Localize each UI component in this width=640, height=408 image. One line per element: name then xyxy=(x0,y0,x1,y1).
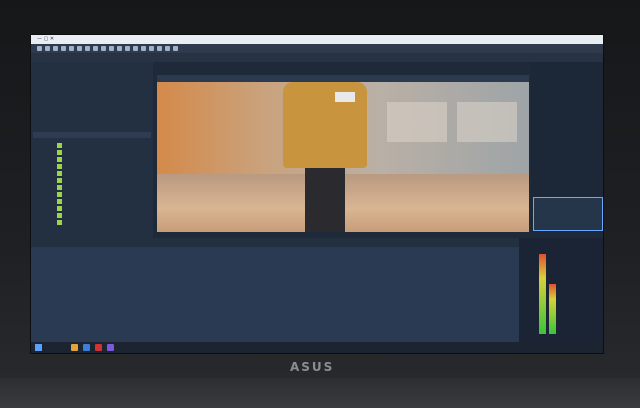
list-item[interactable] xyxy=(57,170,151,177)
tool-icon[interactable] xyxy=(157,46,162,51)
file-icon xyxy=(57,143,62,148)
timeline-row[interactable] xyxy=(31,260,519,266)
file-icon xyxy=(57,213,62,218)
file-icon xyxy=(57,192,62,197)
meter-bar-right xyxy=(549,284,556,334)
file-icon xyxy=(57,199,62,204)
list-item[interactable] xyxy=(57,198,151,205)
timeline-row[interactable] xyxy=(31,276,519,282)
file-icon xyxy=(57,171,62,176)
video-preview[interactable] xyxy=(157,82,529,232)
taskbar-app-icon[interactable] xyxy=(107,344,114,351)
taskbar-app-icon[interactable] xyxy=(95,344,102,351)
mini-preview[interactable] xyxy=(533,197,603,231)
timeline-row[interactable] xyxy=(31,292,519,298)
project-panel xyxy=(31,62,153,250)
file-icon xyxy=(57,178,62,183)
tool-icon[interactable] xyxy=(125,46,130,51)
start-icon[interactable] xyxy=(35,344,42,351)
tool-icon[interactable] xyxy=(165,46,170,51)
keyboard-deck xyxy=(0,378,640,408)
list-item[interactable] xyxy=(57,149,151,156)
tool-icon[interactable] xyxy=(45,46,50,51)
window-panel xyxy=(457,102,517,142)
meter-bar-left xyxy=(539,254,546,334)
taskbar-app-icon[interactable] xyxy=(83,344,90,351)
window-panel xyxy=(387,102,447,142)
tool-icon[interactable] xyxy=(61,46,66,51)
file-list xyxy=(57,142,151,226)
file-icon xyxy=(57,164,62,169)
tool-icon[interactable] xyxy=(141,46,146,51)
timeline-tabs xyxy=(31,238,519,247)
list-item[interactable] xyxy=(57,205,151,212)
tool-icon[interactable] xyxy=(117,46,122,51)
list-item[interactable] xyxy=(57,177,151,184)
file-icon xyxy=(57,220,62,225)
window-controls[interactable]: — ▢ ✕ xyxy=(37,36,599,42)
timeline-row[interactable] xyxy=(31,252,519,258)
file-icon xyxy=(57,150,62,155)
taskbar-app-icon[interactable] xyxy=(71,344,78,351)
tool-icon[interactable] xyxy=(93,46,98,51)
tool-icon[interactable] xyxy=(133,46,138,51)
file-icon xyxy=(57,206,62,211)
laptop-screen: — ▢ ✕ xyxy=(30,34,604,354)
list-item[interactable] xyxy=(57,219,151,226)
list-item[interactable] xyxy=(57,184,151,191)
taskbar xyxy=(31,342,603,353)
toolbar xyxy=(31,44,603,53)
file-icon xyxy=(57,185,62,190)
timeline-row[interactable] xyxy=(31,284,519,290)
file-icon xyxy=(57,157,62,162)
tool-icon[interactable] xyxy=(77,46,82,51)
tool-icon[interactable] xyxy=(85,46,90,51)
tool-icon[interactable] xyxy=(69,46,74,51)
phone xyxy=(335,92,355,102)
timeline-panel xyxy=(31,238,519,342)
list-item[interactable] xyxy=(57,156,151,163)
preview-header xyxy=(157,75,529,82)
tool-icon[interactable] xyxy=(173,46,178,51)
brand-logo: ASUS xyxy=(290,360,335,374)
properties-panel xyxy=(531,62,603,232)
list-item[interactable] xyxy=(57,191,151,198)
title-bar: — ▢ ✕ xyxy=(31,35,603,44)
person-legs xyxy=(305,168,345,232)
panel-header xyxy=(33,132,151,138)
tool-icon[interactable] xyxy=(37,46,42,51)
tool-icon[interactable] xyxy=(101,46,106,51)
tool-icon[interactable] xyxy=(109,46,114,51)
tab-row xyxy=(31,53,603,62)
list-item[interactable] xyxy=(57,212,151,219)
audio-meter xyxy=(519,238,603,342)
tool-icon[interactable] xyxy=(53,46,58,51)
timeline-row[interactable] xyxy=(31,268,519,274)
list-item[interactable] xyxy=(57,163,151,170)
list-item[interactable] xyxy=(57,142,151,149)
tool-icon[interactable] xyxy=(149,46,154,51)
